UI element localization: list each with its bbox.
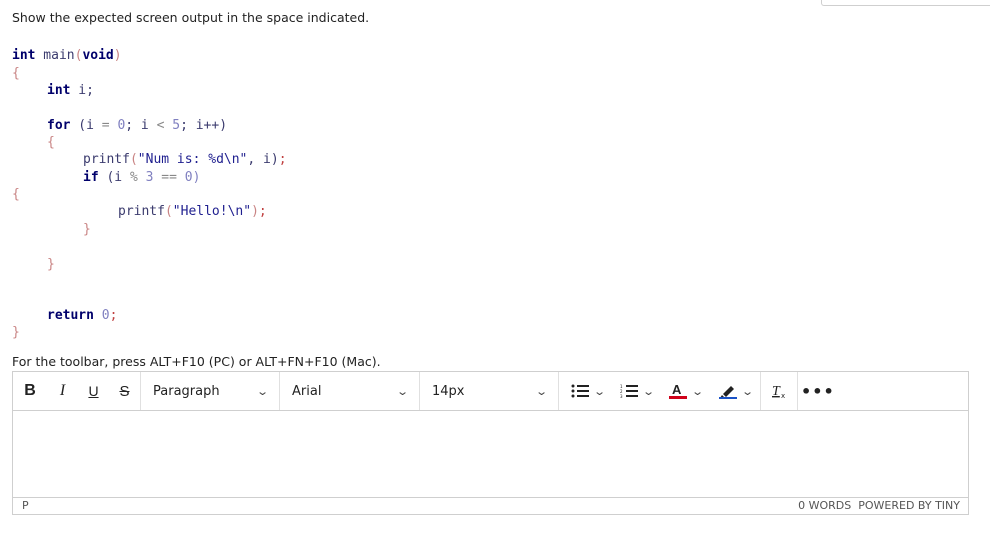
highlight-button[interactable]: ⌄ — [711, 372, 760, 410]
code-token: == — [153, 170, 177, 185]
code-token: ) — [251, 204, 259, 219]
code-token: , i) — [247, 152, 279, 167]
rich-text-editor: B I U S Paragraph ⌄ Arial ⌄ 14px ⌄ ⌄ 1 2 — [12, 371, 969, 515]
code-token: 3 — [137, 170, 154, 185]
strikethrough-button[interactable]: S — [109, 372, 140, 410]
code-token: "Hello!\n" — [172, 204, 252, 219]
code-token: ( — [129, 152, 138, 167]
highlight-icon — [718, 386, 737, 399]
more-icon: ••• — [801, 381, 835, 401]
chevron-down-icon[interactable]: ⌄ — [741, 385, 754, 398]
font-family-select[interactable]: Arial ⌄ — [280, 372, 420, 410]
code-token: return — [47, 308, 94, 323]
code-token: ; — [258, 204, 267, 219]
code-line-for: for (i = 0; i < 5; i++) — [47, 118, 227, 134]
code-token: for — [47, 118, 71, 133]
text-color-button[interactable]: A ⌄ — [661, 372, 710, 410]
svg-text:A: A — [672, 383, 682, 397]
clear-formatting-button[interactable]: T x — [761, 372, 797, 410]
svg-text:3: 3 — [620, 394, 623, 398]
code-token: printf — [118, 204, 165, 219]
code-token: ; i++) — [180, 118, 228, 133]
block-format-value: Paragraph — [153, 383, 220, 399]
block-format-select[interactable]: Paragraph ⌄ — [141, 372, 280, 410]
powered-by-link[interactable]: POWERED BY TINY — [858, 499, 960, 512]
italic-button[interactable]: I — [47, 372, 78, 410]
numbered-list-icon: 1 2 3 — [620, 384, 639, 398]
bullet-list-button[interactable]: ⌄ — [559, 372, 612, 410]
numbered-list-button[interactable]: 1 2 3 ⌄ — [612, 372, 661, 410]
text-color-icon: A — [669, 383, 688, 399]
code-token: main — [35, 48, 75, 63]
chevron-down-icon[interactable]: ⌄ — [692, 385, 705, 398]
code-token: int — [12, 48, 36, 63]
editor-statusbar: P 0 WORDS POWERED BY TINY — [13, 497, 968, 514]
code-line-brace: } — [47, 257, 55, 272]
code-token: ) — [113, 48, 122, 63]
chevron-down-icon[interactable]: ⌄ — [593, 385, 606, 398]
code-token: printf — [83, 152, 130, 167]
font-size-select[interactable]: 14px ⌄ — [420, 372, 559, 410]
font-family-value: Arial — [292, 383, 322, 399]
code-token: ; i — [125, 118, 157, 133]
code-line-brace: { — [47, 135, 55, 150]
chevron-down-icon: ⌄ — [534, 384, 548, 398]
code-token: i; — [70, 83, 94, 98]
code-token: = — [101, 118, 110, 133]
status-right: 0 WORDS POWERED BY TINY — [798, 499, 960, 512]
code-line-return: return 0; — [47, 308, 117, 324]
top-right-box — [821, 0, 990, 6]
code-token: 0 — [109, 118, 126, 133]
font-size-value: 14px — [432, 383, 465, 399]
code-line-brace: { — [12, 187, 20, 202]
code-token: int — [47, 83, 71, 98]
editor-toolbar: B I U S Paragraph ⌄ Arial ⌄ 14px ⌄ ⌄ 1 2 — [13, 372, 968, 411]
code-token: % — [129, 170, 138, 185]
more-button[interactable]: ••• — [798, 372, 838, 410]
code-token: "Num is: %d\n" — [137, 152, 248, 167]
code-token: void — [82, 48, 114, 63]
code-line-printf1: printf("Num is: %d\n", i); — [83, 152, 287, 168]
code-token: ( — [164, 204, 173, 219]
svg-text:x: x — [781, 392, 785, 399]
word-count[interactable]: 0 WORDS — [798, 499, 851, 512]
chevron-down-icon: ⌄ — [255, 384, 269, 398]
code-line-main: int main(void) — [12, 48, 122, 64]
underline-button[interactable]: U — [78, 372, 109, 410]
code-line-decl: int i; — [47, 83, 94, 99]
svg-text:T: T — [772, 384, 781, 399]
code-token: 5 — [164, 118, 181, 133]
clear-formatting-icon: T x — [772, 384, 785, 399]
element-path[interactable]: P — [22, 499, 29, 512]
chevron-down-icon: ⌄ — [395, 384, 409, 398]
toolbar-hint: For the toolbar, press ALT+F10 (PC) or A… — [12, 354, 381, 369]
code-token: (i — [70, 118, 102, 133]
question-prompt: Show the expected screen output in the s… — [12, 10, 370, 25]
bold-button[interactable]: B — [13, 372, 47, 410]
editor-content-area[interactable] — [13, 411, 968, 499]
code-line-brace: } — [12, 325, 20, 340]
code-line-printf2: printf("Hello!\n"); — [118, 204, 267, 220]
bullet-list-icon — [571, 384, 589, 398]
code-token: 0 — [93, 308, 110, 323]
code-token: (i — [98, 170, 130, 185]
chevron-down-icon[interactable]: ⌄ — [642, 385, 655, 398]
code-line-brace: { — [12, 66, 20, 81]
code-token: ; — [109, 308, 118, 323]
code-token: 0) — [176, 170, 201, 185]
code-line-brace: } — [83, 222, 91, 237]
code-token: ; — [278, 152, 287, 167]
code-line-if: if (i % 3 == 0) — [83, 170, 200, 186]
code-token: if — [83, 170, 99, 185]
